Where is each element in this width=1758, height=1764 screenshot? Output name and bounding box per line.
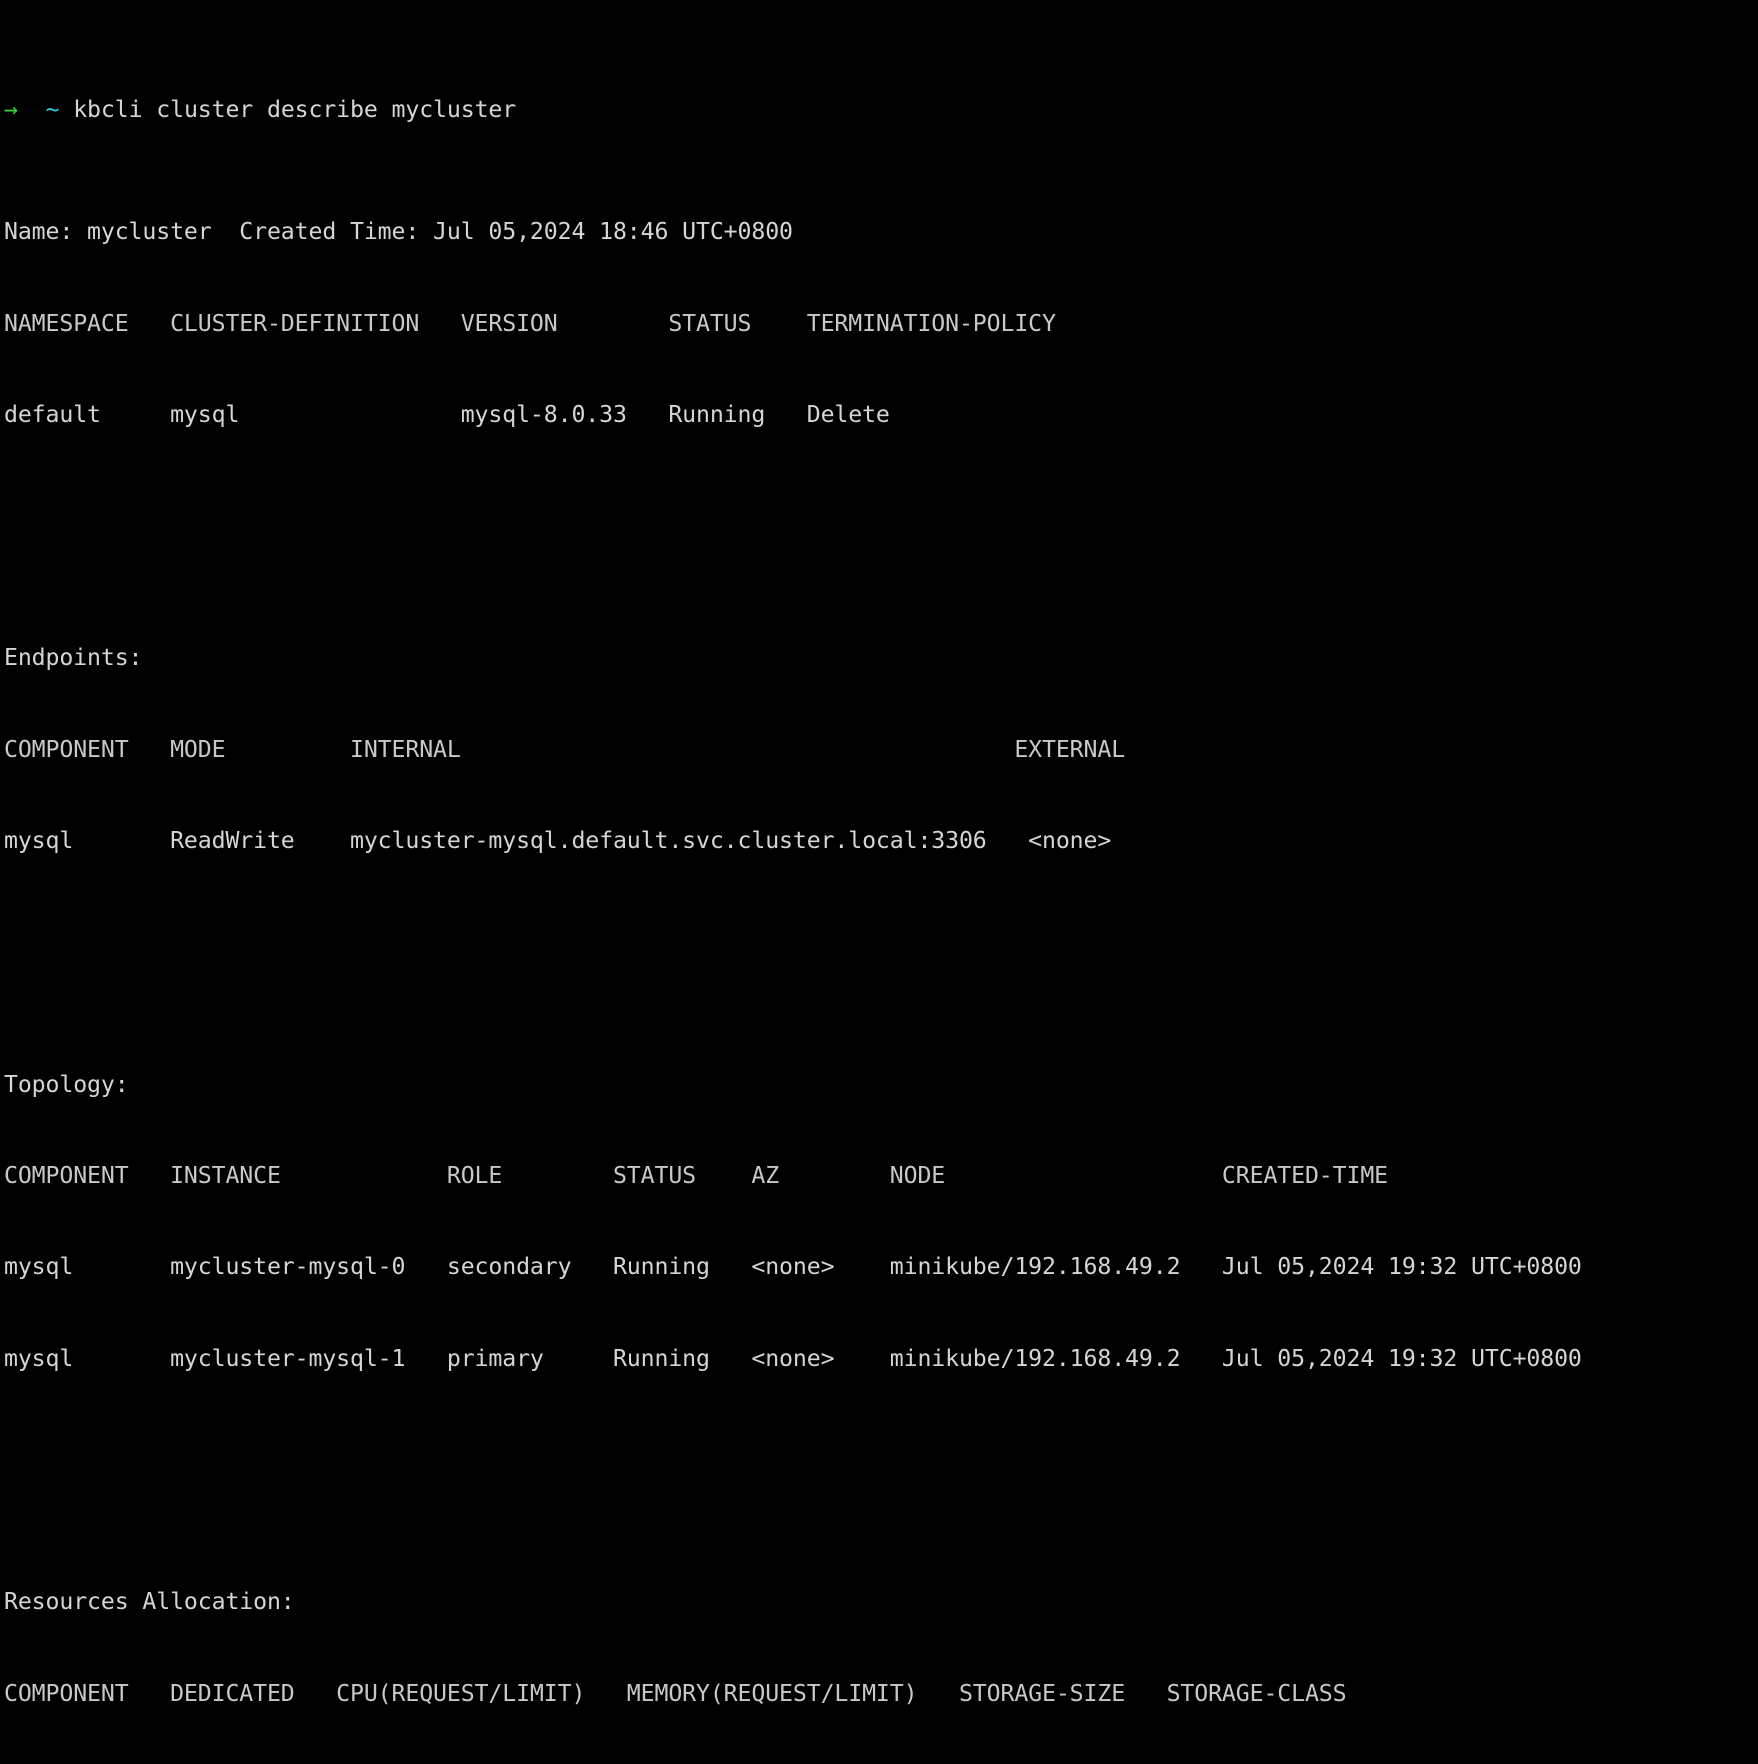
section-title-endpoints: Endpoints: <box>4 644 143 672</box>
resources-header-row: COMPONENT DEDICATED CPU(REQUEST/LIMIT) M… <box>4 1679 1347 1707</box>
summary-header-row: NAMESPACE CLUSTER-DEFINITION VERSION STA… <box>4 309 1056 337</box>
prompt-line: → ~ kbcli cluster describe mycluster <box>4 95 1758 125</box>
summary-name-line: Name: mycluster Created Time: Jul 05,202… <box>4 218 793 246</box>
endpoints-header-row: COMPONENT MODE INTERNAL EXTERNAL <box>4 735 1126 763</box>
prompt-arrow-icon: → <box>4 96 18 124</box>
topology-row: mysql mycluster-mysql-1 primary Running … <box>4 1344 1582 1372</box>
section-title-topology: Topology: <box>4 1070 129 1098</box>
prompt-cwd: ~ <box>45 96 60 124</box>
summary-data-row: default mysql mysql-8.0.33 Running Delet… <box>4 400 890 428</box>
topology-header-row: COMPONENT INSTANCE ROLE STATUS AZ NODE C… <box>4 1162 1389 1190</box>
prompt-gap-2 <box>59 96 73 123</box>
terminal-window[interactable]: → ~ kbcli cluster describe mycluster Nam… <box>0 0 1758 1707</box>
section-title-resources-allocation: Resources Allocation: <box>4 1588 295 1616</box>
topology-row: mysql mycluster-mysql-0 secondary Runnin… <box>4 1253 1582 1281</box>
endpoints-row: mysql ReadWrite mycluster-mysql.default.… <box>4 827 1112 855</box>
prompt-gap-1 <box>18 96 46 123</box>
command-text: kbcli cluster describe mycluster <box>73 96 517 124</box>
